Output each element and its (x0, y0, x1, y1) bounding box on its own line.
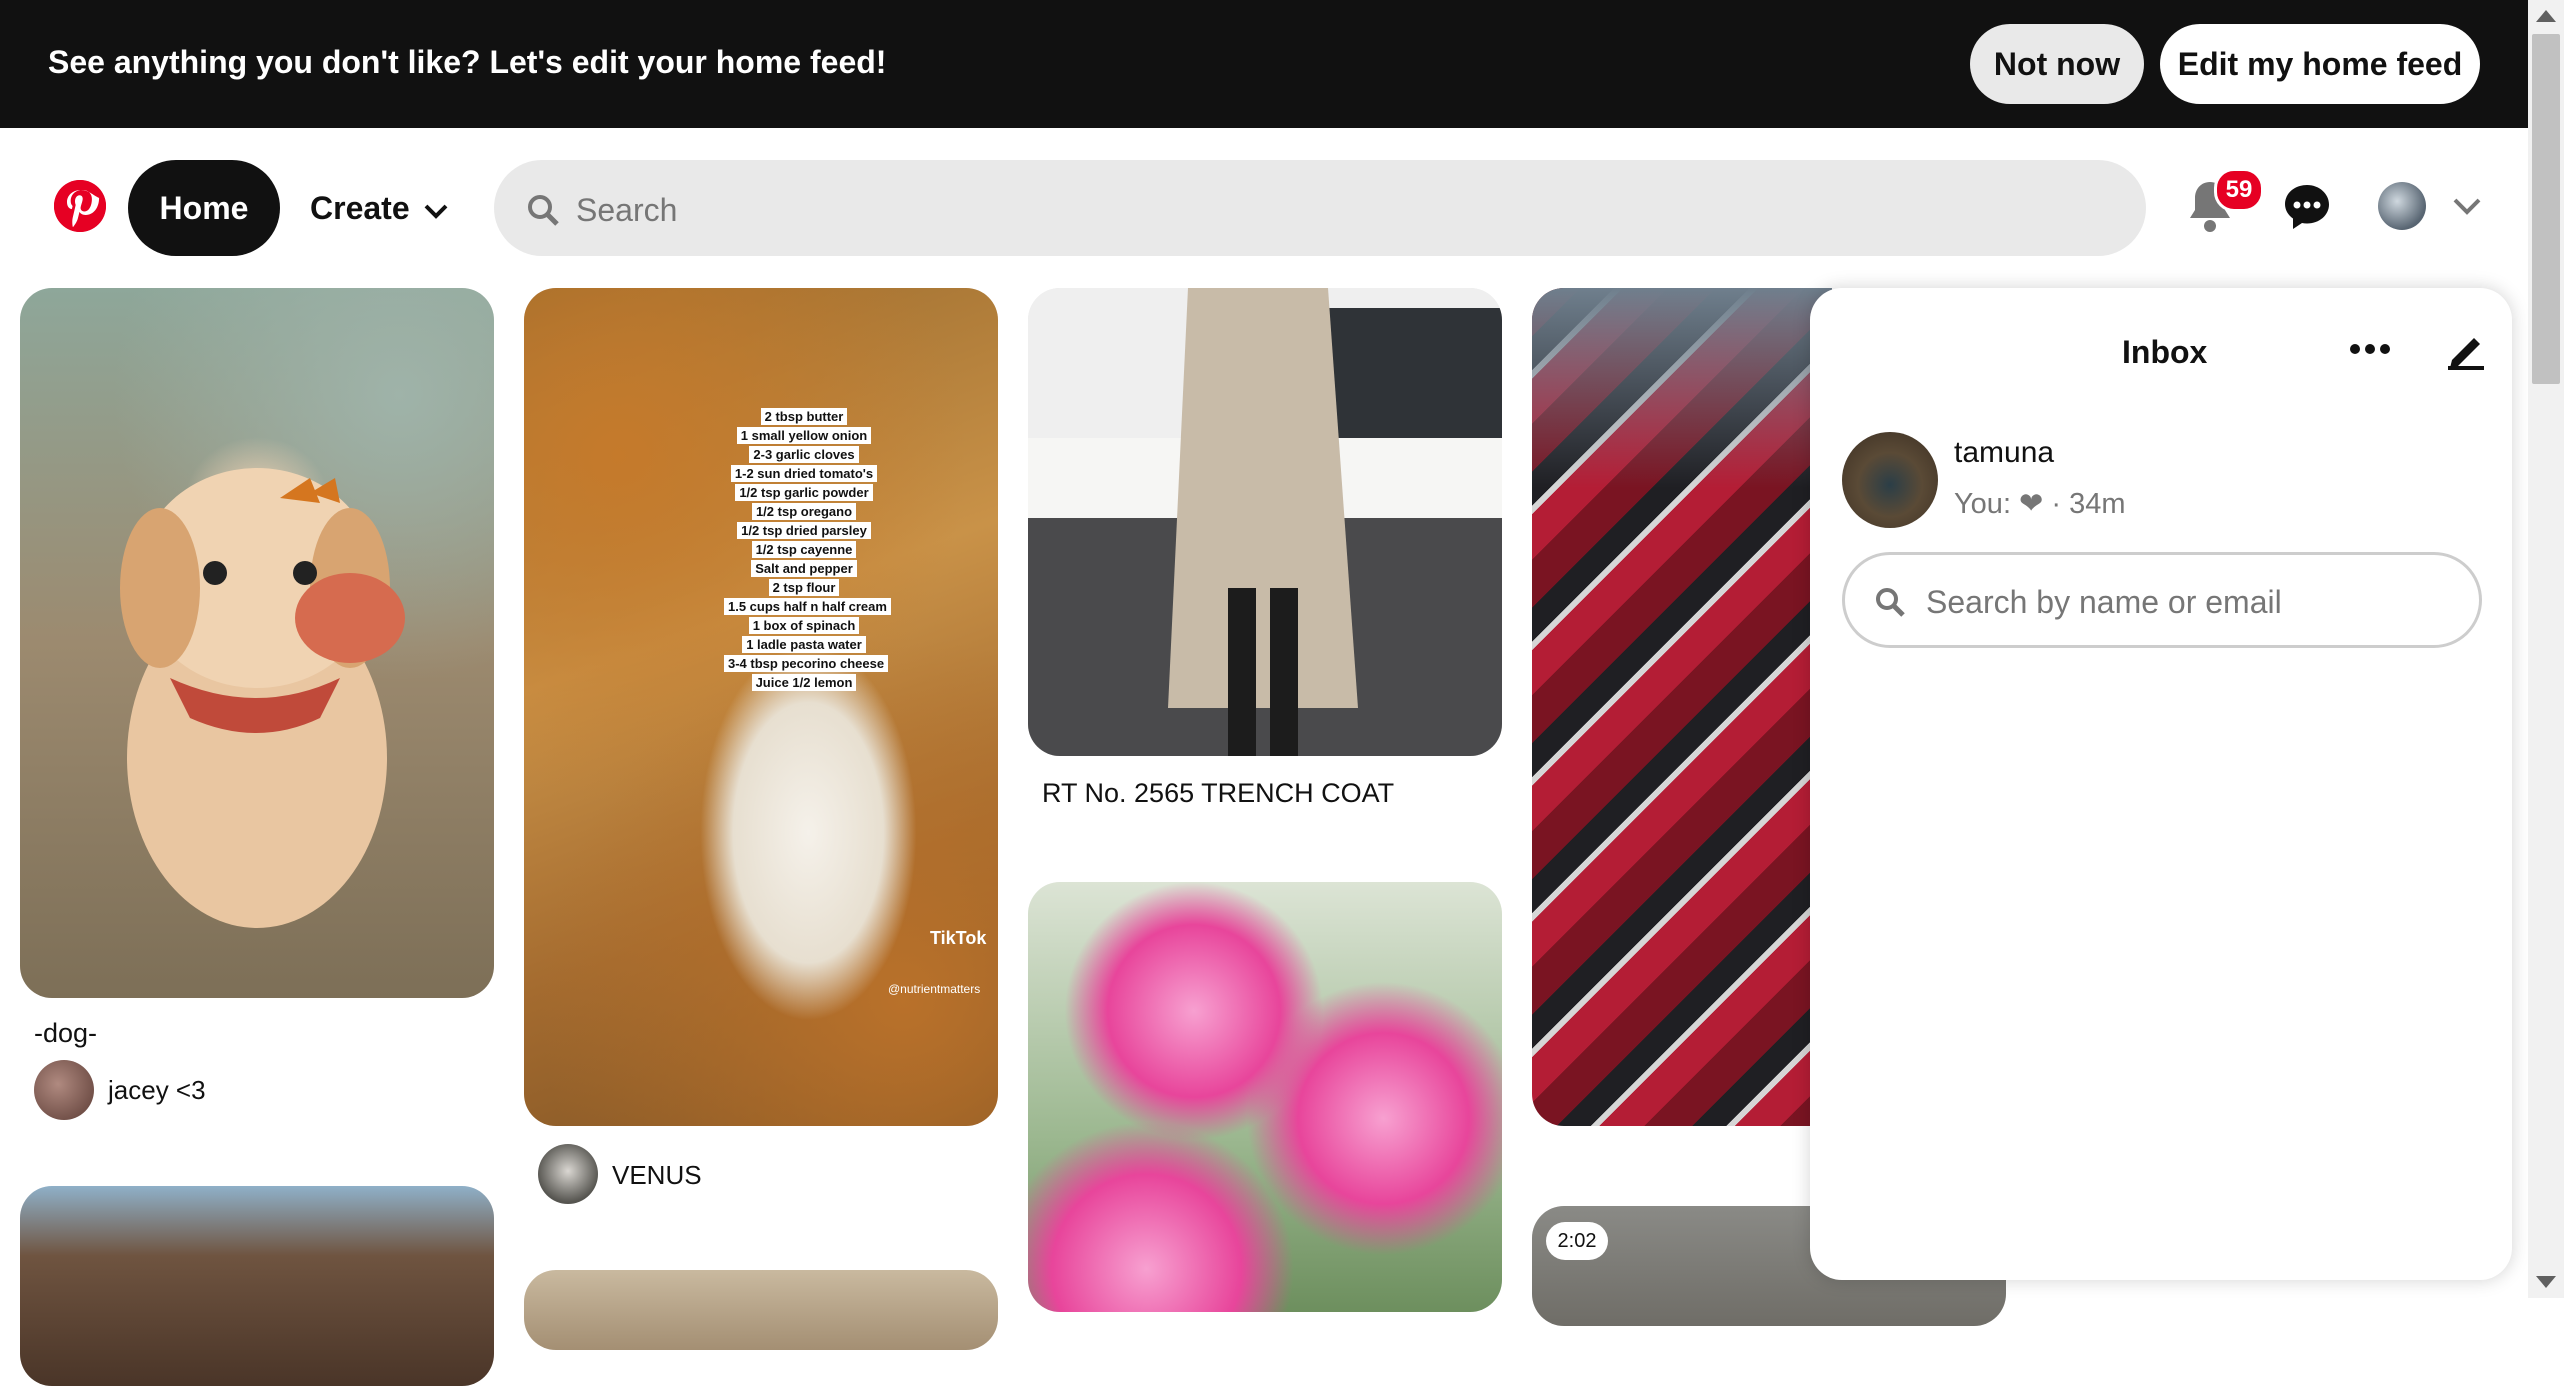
create-menu[interactable]: Create (310, 170, 448, 246)
recipe-line: 1 small yellow onion (736, 427, 872, 444)
scroll-down-arrow-icon[interactable] (2536, 1276, 2556, 1288)
tiktok-handle: @nutrientmatters (888, 982, 981, 996)
home-tab[interactable]: Home (128, 160, 280, 256)
recipe-overlay: 2 tbsp butter 1 small yellow onion 2-3 g… (724, 406, 891, 693)
recipe-line: 2 tsp flour (768, 579, 840, 596)
conversation-name: tamuna (1954, 436, 2055, 469)
pin-image-dog-blanket[interactable] (1532, 288, 1832, 1126)
pinterest-logo-icon[interactable] (54, 180, 106, 232)
scroll-up-arrow-icon[interactable] (2536, 10, 2556, 22)
recipe-line: 1 box of spinach (748, 617, 860, 634)
recipe-line: 1/2 tsp oregano (751, 503, 857, 520)
chevron-down-icon[interactable] (2452, 196, 2482, 216)
tiktok-watermark: TikTok (930, 928, 987, 948)
pin-image-trench-coat[interactable] (1028, 288, 1502, 756)
recipe-line: 3-4 tbsp pecorino cheese (724, 655, 889, 672)
recipe-line: Juice 1/2 lemon (751, 674, 857, 691)
more-options-icon[interactable] (2348, 334, 2392, 364)
create-label: Create (310, 189, 410, 226)
avatar[interactable] (34, 1060, 94, 1120)
recipe-line: 1/2 tsp dried parsley (737, 522, 871, 539)
pin-creator[interactable]: jacey <3 (108, 1075, 206, 1106)
edit-home-feed-button[interactable]: Edit my home feed (2160, 24, 2480, 104)
user-avatar[interactable] (2378, 182, 2426, 230)
recipe-line: 1/2 tsp cayenne (751, 541, 857, 558)
pin-image-portrait[interactable] (20, 1186, 494, 1386)
chevron-down-icon (424, 190, 448, 227)
avatar[interactable] (538, 1144, 598, 1204)
conversation-preview: You: ❤ · 34m (1954, 488, 2126, 520)
pin-title[interactable]: -dog- (34, 1018, 97, 1049)
inbox-search-input[interactable] (1924, 578, 2448, 626)
inbox-title: Inbox (2122, 334, 2208, 370)
not-now-button[interactable]: Not now (1970, 24, 2144, 104)
recipe-line: 2-3 garlic cloves (749, 446, 859, 463)
pin-image-dog[interactable] (20, 288, 494, 998)
pin-image-recipe[interactable]: 2 tbsp butter 1 small yellow onion 2-3 g… (524, 288, 998, 1126)
pin-creator[interactable]: VENUS (612, 1160, 702, 1191)
recipe-line: 1 ladle pasta water (742, 636, 866, 653)
video-duration-badge: 2:02 (1546, 1222, 1608, 1260)
recipe-line: 1-2 sun dried tomato's (730, 465, 878, 482)
recipe-line: 1.5 cups half n half cream (724, 598, 891, 615)
recipe-line: Salt and pepper (751, 560, 857, 577)
recipe-line: 2 tbsp butter (760, 408, 848, 425)
chat-icon[interactable] (2282, 182, 2332, 232)
search-icon (526, 193, 560, 227)
avatar (1842, 432, 1938, 528)
pin-title[interactable]: RT No. 2565 TRENCH COAT (1042, 778, 1394, 809)
recipe-line: 1/2 tsp garlic powder (735, 484, 873, 501)
search-icon (1874, 586, 1906, 618)
pin-image[interactable] (524, 1270, 998, 1350)
search-input[interactable] (574, 186, 2078, 234)
pin-image-roses[interactable] (1028, 882, 1502, 1312)
banner-message: See anything you don't like? Let's edit … (48, 44, 887, 80)
scrollbar-thumb[interactable] (2532, 34, 2560, 384)
compose-icon[interactable] (2446, 330, 2486, 370)
notification-badge: 59 (2214, 168, 2264, 212)
